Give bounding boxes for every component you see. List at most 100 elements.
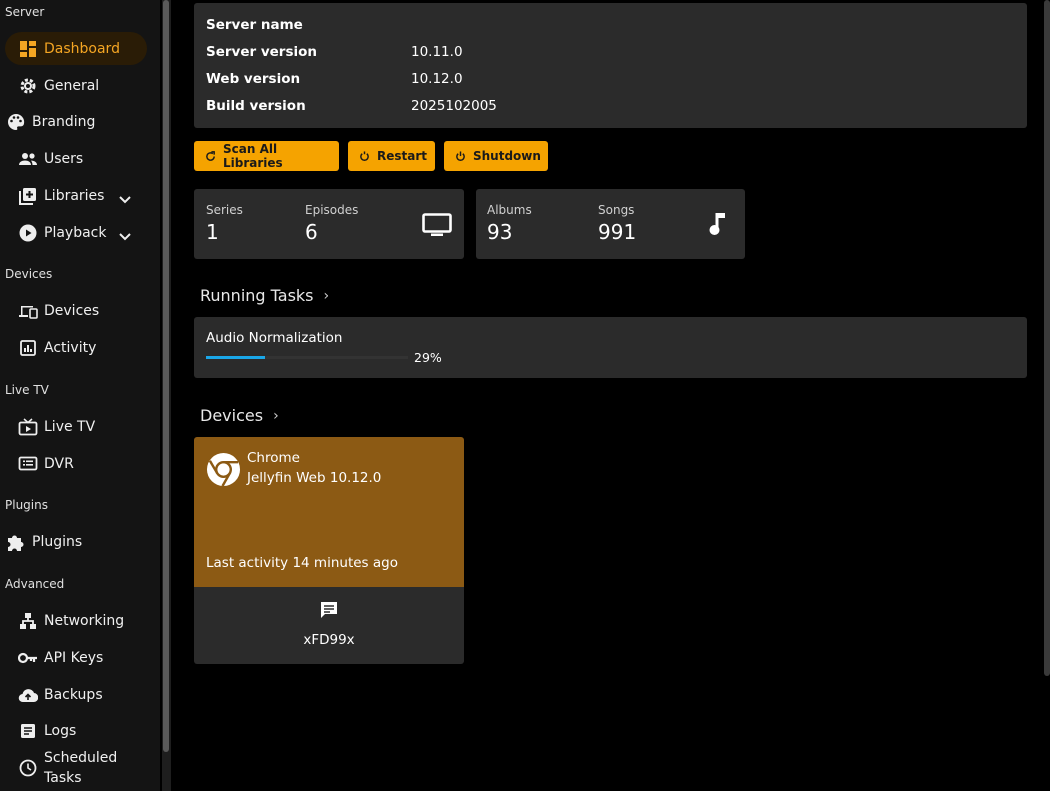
sidebar-item-general[interactable]: General — [5, 69, 147, 102]
server-name-label: Server name — [206, 17, 303, 33]
sidebar-item-label: Branding — [32, 113, 96, 130]
device-card[interactable]: Chrome Jellyfin Web 10.12.0 Last activit… — [194, 437, 464, 587]
device-card-footer: xFD99x — [194, 587, 464, 664]
sidebar-scrollbar-thumb[interactable] — [163, 0, 169, 752]
sidebar-item-devices[interactable]: Devices — [5, 294, 147, 327]
server-version-label: Server version — [206, 44, 318, 60]
albums-count: 93 — [487, 220, 513, 244]
sidebar-item-label: General — [44, 77, 100, 94]
sidebar-item-plugins[interactable]: Plugins — [5, 525, 147, 558]
device-last-activity: Last activity 14 minutes ago — [206, 555, 398, 571]
gear-icon — [17, 75, 39, 97]
power-icon — [455, 150, 466, 162]
palette-icon — [5, 111, 27, 133]
dvr-icon — [17, 453, 39, 475]
label-line-1: Scheduled — [44, 750, 118, 766]
sidebar-item-scheduled-tasks[interactable]: Scheduled Tasks — [5, 746, 147, 790]
devices-icon — [17, 300, 39, 322]
sidebar-item-logs[interactable]: Logs — [5, 714, 147, 747]
sidebar-item-label: Users — [44, 150, 84, 167]
sidebar-item-branding[interactable]: Branding — [5, 105, 147, 138]
music-stats-card[interactable]: Albums 93 Songs 991 — [476, 189, 745, 259]
sidebar-item-label: Libraries — [44, 187, 105, 204]
series-label: Series — [206, 203, 243, 217]
task-progress-text: 29% — [414, 350, 442, 365]
server-version-value: 10.11.0 — [411, 44, 463, 60]
sidebar-item-label: Devices — [44, 302, 100, 319]
play-circle-icon — [17, 222, 39, 244]
songs-label: Songs — [598, 203, 635, 217]
clock-icon — [17, 757, 39, 779]
sidebar-item-label: DVR — [44, 455, 74, 472]
build-version-value: 2025102005 — [411, 98, 497, 114]
task-progress-bar — [206, 356, 408, 359]
task-progress-fill — [206, 356, 265, 359]
devices-heading[interactable]: Devices › — [200, 406, 279, 425]
web-version-label: Web version — [206, 71, 301, 87]
sidebar-item-dashboard[interactable]: Dashboard — [5, 32, 147, 65]
dashboard-icon — [17, 38, 39, 60]
restart-button-label: Restart — [377, 149, 428, 163]
tv-icon — [422, 213, 452, 241]
episodes-count: 6 — [305, 220, 318, 244]
sidebar-item-label: Live TV — [44, 418, 96, 435]
key-icon — [17, 647, 39, 669]
sidebar-item-backups[interactable]: Backups — [5, 678, 147, 711]
live-tv-icon — [17, 416, 39, 438]
sidebar-item-label: Scheduled Tasks — [44, 748, 117, 788]
cloud-upload-icon — [17, 684, 39, 706]
sidebar-item-label: Playback — [44, 224, 107, 241]
songs-count: 991 — [598, 220, 637, 244]
sidebar-item-networking[interactable]: Networking — [5, 604, 147, 637]
scan-button-label: Scan All Libraries — [223, 142, 283, 170]
label-line-2: Tasks — [44, 770, 82, 786]
build-version-label: Build version — [206, 98, 306, 114]
section-devices: Devices — [5, 267, 53, 281]
sidebar-item-dvr[interactable]: DVR — [5, 447, 147, 480]
users-icon — [17, 148, 39, 170]
shutdown-button-label: Shutdown — [473, 149, 541, 163]
video-stats-card[interactable]: Series 1 Episodes 6 — [194, 189, 464, 259]
sidebar-item-api-keys[interactable]: API Keys — [5, 641, 147, 674]
sidebar-item-playback[interactable]: Playback — [5, 216, 147, 249]
sidebar-item-livetv[interactable]: Live TV — [5, 410, 147, 443]
server-info-card: Server name Server version 10.11.0 Web v… — [194, 3, 1027, 128]
section-livetv: Live TV — [5, 383, 49, 397]
article-icon — [17, 720, 39, 742]
albums-label: Albums — [487, 203, 532, 217]
series-count: 1 — [206, 220, 219, 244]
message-icon[interactable] — [319, 600, 339, 623]
web-version-value: 10.12.0 — [411, 71, 463, 87]
restart-icon — [359, 150, 370, 162]
section-server: Server — [5, 5, 45, 19]
sidebar-item-label: Logs — [44, 722, 77, 739]
chevron-right-icon: › — [323, 287, 330, 304]
puzzle-icon — [5, 531, 27, 553]
device-app: Jellyfin Web 10.12.0 — [247, 470, 382, 486]
running-tasks-heading[interactable]: Running Tasks › — [200, 286, 329, 305]
library-add-icon — [17, 185, 39, 207]
device-name: Chrome — [247, 450, 300, 466]
chevron-down-icon — [119, 226, 131, 245]
task-name: Audio Normalization — [206, 330, 343, 346]
restart-button[interactable]: Restart — [348, 141, 435, 171]
music-note-icon — [709, 211, 727, 241]
analytics-icon — [17, 337, 39, 359]
section-advanced: Advanced — [5, 577, 65, 591]
device-user: xFD99x — [303, 632, 355, 648]
shutdown-button[interactable]: Shutdown — [444, 141, 548, 171]
section-plugins: Plugins — [5, 498, 48, 512]
sidebar-item-users[interactable]: Users — [5, 142, 147, 175]
chevron-down-icon — [119, 189, 131, 208]
devices-title: Devices — [200, 406, 264, 425]
sidebar-item-activity[interactable]: Activity — [5, 331, 147, 364]
sidebar-item-label: API Keys — [44, 649, 104, 666]
refresh-icon — [205, 150, 216, 162]
sidebar-item-label: Activity — [44, 339, 97, 356]
scan-all-libraries-button[interactable]: Scan All Libraries — [194, 141, 339, 171]
sidebar-item-label: Plugins — [32, 533, 83, 550]
main-scrollbar[interactable] — [1044, 0, 1050, 676]
sidebar-item-libraries[interactable]: Libraries — [5, 179, 147, 212]
running-tasks-title: Running Tasks — [200, 286, 314, 305]
sidebar-item-label: Backups — [44, 686, 103, 703]
